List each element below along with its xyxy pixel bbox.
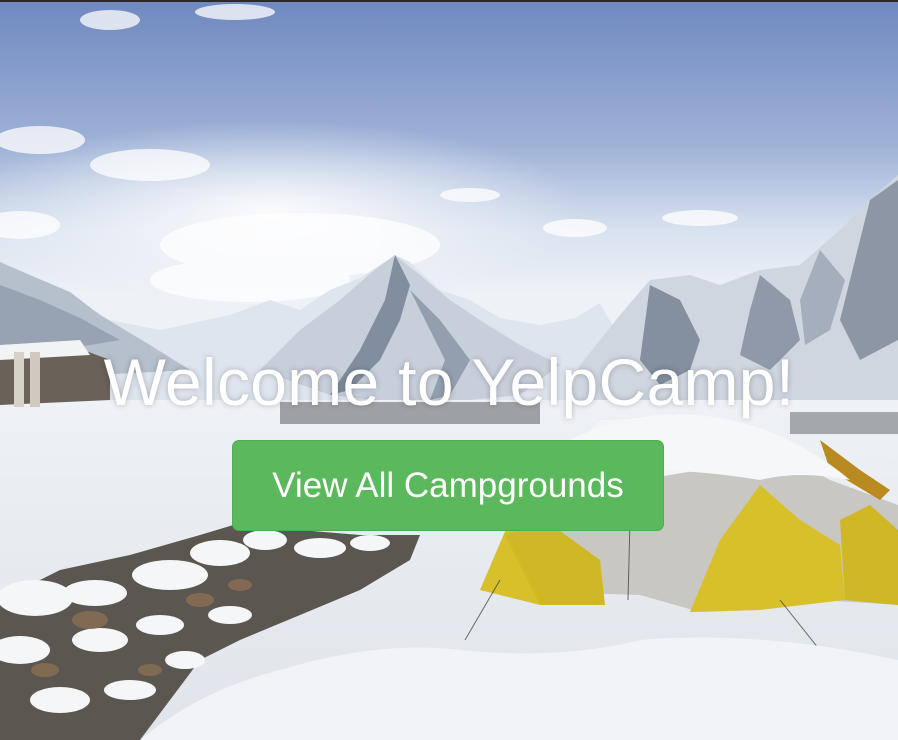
window-top-border bbox=[0, 0, 898, 2]
view-all-campgrounds-button[interactable]: View All Campgrounds bbox=[232, 440, 664, 531]
landing-header: Welcome to YelpCamp! bbox=[0, 338, 898, 426]
landing-page: Welcome to YelpCamp! View All Campground… bbox=[0, 0, 898, 740]
page-title: Welcome to YelpCamp! bbox=[103, 345, 795, 419]
